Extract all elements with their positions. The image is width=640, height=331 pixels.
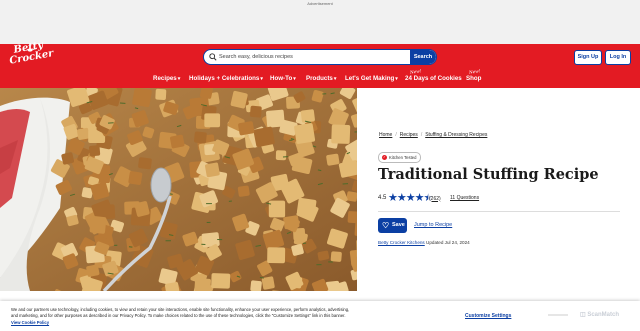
chevron-down-icon: ▾ [293, 76, 296, 82]
new-tag: New! [409, 68, 422, 75]
bread-cube [170, 134, 185, 149]
save-button[interactable]: ♡ Save [378, 218, 407, 233]
chevron-down-icon: ▾ [395, 76, 398, 82]
recipe-info-panel [357, 88, 640, 291]
byline: Betty Crocker Kitchens Updated Jul 24, 2… [378, 240, 470, 245]
divider [378, 211, 620, 212]
bread-cube [250, 280, 262, 291]
bread-cube [89, 145, 101, 157]
search-input[interactable] [219, 51, 399, 63]
nav-item-lets-get-making[interactable]: Let's Get Making▾ [345, 75, 398, 82]
rating-value: 4.5 [378, 195, 387, 201]
badge-label: Kitchen Tested [389, 155, 417, 160]
log-in-button[interactable]: Log In [605, 50, 631, 65]
customize-settings-link[interactable]: Customize Settings [465, 313, 511, 319]
sign-up-button[interactable]: Sign Up [574, 50, 602, 65]
chevron-down-icon: ▾ [260, 76, 263, 82]
kitchen-tested-badge: ✓ Kitchen Tested [378, 152, 422, 163]
breadcrumb: Home / Recipes / Stuffing & Dressing Recipes [379, 132, 488, 138]
bread-cube [331, 124, 351, 144]
bread-cube [330, 251, 342, 262]
recipe-hero-image [0, 88, 357, 291]
spoon-logo-icon [27, 47, 37, 52]
bread-cube [89, 215, 107, 234]
bread-cube [290, 276, 303, 289]
scanmatch-watermark: ◫ ScanMatch [580, 312, 620, 318]
bread-cube [275, 150, 287, 161]
star-icon: ★ [405, 192, 416, 204]
bread-cube [253, 126, 275, 147]
heart-icon: ♡ [382, 221, 390, 230]
cookie-text: We and our partners use technology, incl… [11, 307, 350, 325]
herb-garnish [317, 169, 322, 172]
bread-cube [77, 127, 90, 140]
new-tag: New! [468, 68, 481, 75]
chevron-down-icon: ▾ [177, 76, 181, 82]
bread-cube [211, 273, 231, 289]
bread-cube [296, 197, 317, 216]
author-link[interactable]: Betty Crocker Kitchens [378, 240, 425, 245]
bread-cube [194, 278, 211, 291]
bread-cube [268, 200, 286, 218]
stuffing-photo [0, 88, 357, 291]
recipe-title: Traditional Stuffing Recipe [378, 166, 599, 183]
chevron-down-icon: ▾ [333, 76, 337, 82]
nav-item-how-to[interactable]: How-To▾ [270, 75, 296, 82]
herb-garnish [302, 242, 307, 245]
updated-date: Updated Jul 24, 2024 [426, 240, 470, 245]
bread-cube [300, 109, 315, 123]
bread-cube [86, 264, 100, 277]
star-rating[interactable]: ★★★★★ [388, 192, 433, 204]
search-bar: Search [203, 49, 437, 65]
banner-divider-icon [548, 314, 568, 316]
search-icon [209, 53, 217, 61]
bread-cube [326, 153, 340, 166]
bread-cube [267, 247, 286, 264]
main-nav: Recipes▾ Holidays + Celebrations▾ How-To… [0, 68, 640, 86]
breadcrumb-recipes[interactable]: Recipes [400, 132, 418, 138]
bread-cube [132, 88, 152, 108]
bread-cube [205, 162, 220, 178]
search-button[interactable]: Search [410, 50, 436, 64]
check-icon: ✓ [382, 155, 387, 161]
bread-cube [237, 185, 250, 197]
ad-banner: Advertisement [0, 0, 640, 44]
jump-to-recipe-link[interactable]: Jump to Recipe [414, 222, 452, 228]
ad-label: Advertisement [307, 1, 333, 6]
breadcrumb-stuffing[interactable]: Stuffing & Dressing Recipes [425, 132, 487, 138]
bread-cube [294, 123, 316, 144]
scanmatch-icon: ◫ [580, 312, 586, 318]
nav-item-24-days-of-cookies[interactable]: 24 Days of Cookies [405, 75, 462, 82]
bread-cube [138, 157, 152, 170]
bread-cube [128, 171, 143, 185]
star-icon: ★ [396, 192, 407, 204]
review-count-link[interactable]: (262) [429, 196, 441, 202]
questions-link[interactable]: 11 Questions [450, 195, 479, 201]
nav-item-holidays[interactable]: Holidays + Celebrations▾ [189, 75, 263, 82]
bread-cube [204, 113, 221, 128]
nav-item-products[interactable]: Products▾ [306, 75, 336, 82]
view-cookie-policy-link[interactable]: View Cookie Policy [11, 320, 49, 325]
bread-cube [238, 121, 255, 136]
bread-cube [194, 131, 207, 144]
breadcrumb-home[interactable]: Home [379, 132, 392, 138]
bread-cube [249, 105, 262, 118]
nav-item-recipes[interactable]: Recipes▾ [153, 75, 180, 82]
star-icon: ★ [414, 192, 425, 204]
nav-item-shop[interactable]: Shop [466, 75, 481, 82]
bread-cube [346, 191, 357, 202]
bread-cube [155, 88, 167, 100]
betty-crocker-logo[interactable]: Betty Crocker [7, 40, 55, 71]
star-icon: ★ [388, 192, 398, 204]
